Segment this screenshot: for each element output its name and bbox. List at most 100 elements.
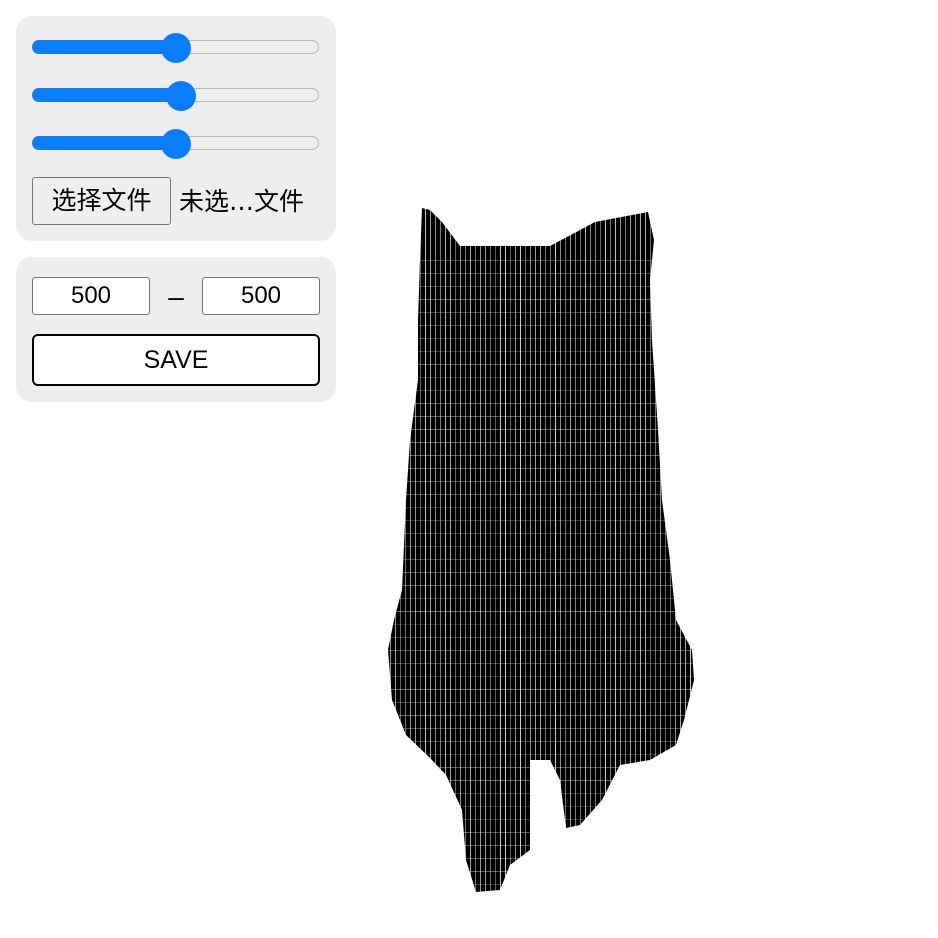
stripe-line [555, 200, 556, 900]
stripe-line [610, 200, 611, 900]
stripe-line [655, 200, 656, 900]
cat-silhouette-artwork [380, 200, 710, 900]
stripe-row-line [380, 559, 710, 560]
stripe-line [465, 200, 466, 900]
stripe-line [530, 200, 531, 900]
stripe-row-line [380, 767, 710, 768]
stripe-row-line [380, 416, 710, 417]
stripe-row-line [380, 585, 710, 586]
stripe-row-line [380, 715, 710, 716]
stripe-line [665, 200, 666, 900]
stripe-line [670, 200, 671, 900]
stripe-line [495, 200, 496, 900]
stripe-row-line [380, 286, 710, 287]
stripe-line [400, 200, 401, 900]
stripe-row-line [380, 273, 710, 274]
stripe-line [585, 200, 586, 900]
stripe-row-line [380, 455, 710, 456]
stripe-row-line [380, 650, 710, 651]
stripe-row-line [380, 806, 710, 807]
stripe-row-line [380, 403, 710, 404]
stripe-line [565, 200, 566, 900]
stripe-row-line [380, 351, 710, 352]
stripe-line [510, 200, 511, 900]
choose-file-button[interactable]: 选择文件 [32, 177, 171, 225]
stripe-line [490, 200, 491, 900]
stripe-line [430, 200, 431, 900]
stripe-row-line [380, 299, 710, 300]
stripe-row-line [380, 598, 710, 599]
stripe-line [575, 200, 576, 900]
stripe-line [435, 200, 436, 900]
stripe-line [640, 200, 641, 900]
stripe-line [440, 200, 441, 900]
stripe-line [675, 200, 676, 900]
stripe-line [635, 200, 636, 900]
stripe-line [415, 200, 416, 900]
stripe-row-line [380, 429, 710, 430]
stripe-line [545, 200, 546, 900]
stripe-line [605, 200, 606, 900]
stripe-line [505, 200, 506, 900]
stripe-line [550, 200, 551, 900]
stripe-row-line [380, 325, 710, 326]
stripe-row-line [380, 845, 710, 846]
stripe-line [630, 200, 631, 900]
slider-2[interactable] [32, 81, 319, 111]
stripe-row-line [380, 819, 710, 820]
stripe-line [450, 200, 451, 900]
stripe-line [540, 200, 541, 900]
stripe-line [525, 200, 526, 900]
stripe-line [650, 200, 651, 900]
stripe-line [680, 200, 681, 900]
stripe-line [475, 200, 476, 900]
stripe-row-line [380, 611, 710, 612]
stripe-row-line [380, 520, 710, 521]
stripe-line [445, 200, 446, 900]
stripe-line [695, 200, 696, 900]
stripe-line [500, 200, 501, 900]
stripe-line [405, 200, 406, 900]
slider-fill [32, 136, 176, 150]
height-input[interactable] [202, 277, 320, 315]
file-status-text: 未选…文件 [179, 187, 305, 216]
save-button[interactable]: SAVE [32, 334, 320, 386]
stripe-row-line [380, 780, 710, 781]
stripe-row-line [380, 494, 710, 495]
slider-thumb[interactable] [161, 129, 191, 159]
stripe-row-line [380, 702, 710, 703]
stripe-line [690, 200, 691, 900]
width-input[interactable] [32, 277, 150, 315]
stripe-line [685, 200, 686, 900]
stripe-line [390, 200, 391, 900]
stripe-line [560, 200, 561, 900]
stripe-line [520, 200, 521, 900]
stripe-row-line [380, 741, 710, 742]
slider-thumb[interactable] [161, 33, 191, 63]
stripe-line [535, 200, 536, 900]
stripe-line [620, 200, 621, 900]
stripe-line [480, 200, 481, 900]
stripe-row-line [380, 468, 710, 469]
stripe-row-line [380, 689, 710, 690]
stripe-row-line [380, 663, 710, 664]
stripe-row-line [380, 858, 710, 859]
stripe-line [410, 200, 411, 900]
slider-1[interactable] [32, 33, 319, 63]
stripe-row-line [380, 442, 710, 443]
stripe-line [420, 200, 421, 900]
stripe-row-line [380, 390, 710, 391]
stripe-row-line [380, 377, 710, 378]
stripe-row-line [380, 260, 710, 261]
stripe-row-line [380, 728, 710, 729]
stripe-row-line [380, 507, 710, 508]
slider-3[interactable] [32, 129, 319, 159]
stripe-line [600, 200, 601, 900]
stripe-row-line [380, 546, 710, 547]
slider-thumb[interactable] [166, 81, 196, 111]
stripe-row-line [380, 884, 710, 885]
stripe-line [470, 200, 471, 900]
stripe-line [580, 200, 581, 900]
stripe-row-line [380, 871, 710, 872]
stripe-line [425, 200, 426, 900]
